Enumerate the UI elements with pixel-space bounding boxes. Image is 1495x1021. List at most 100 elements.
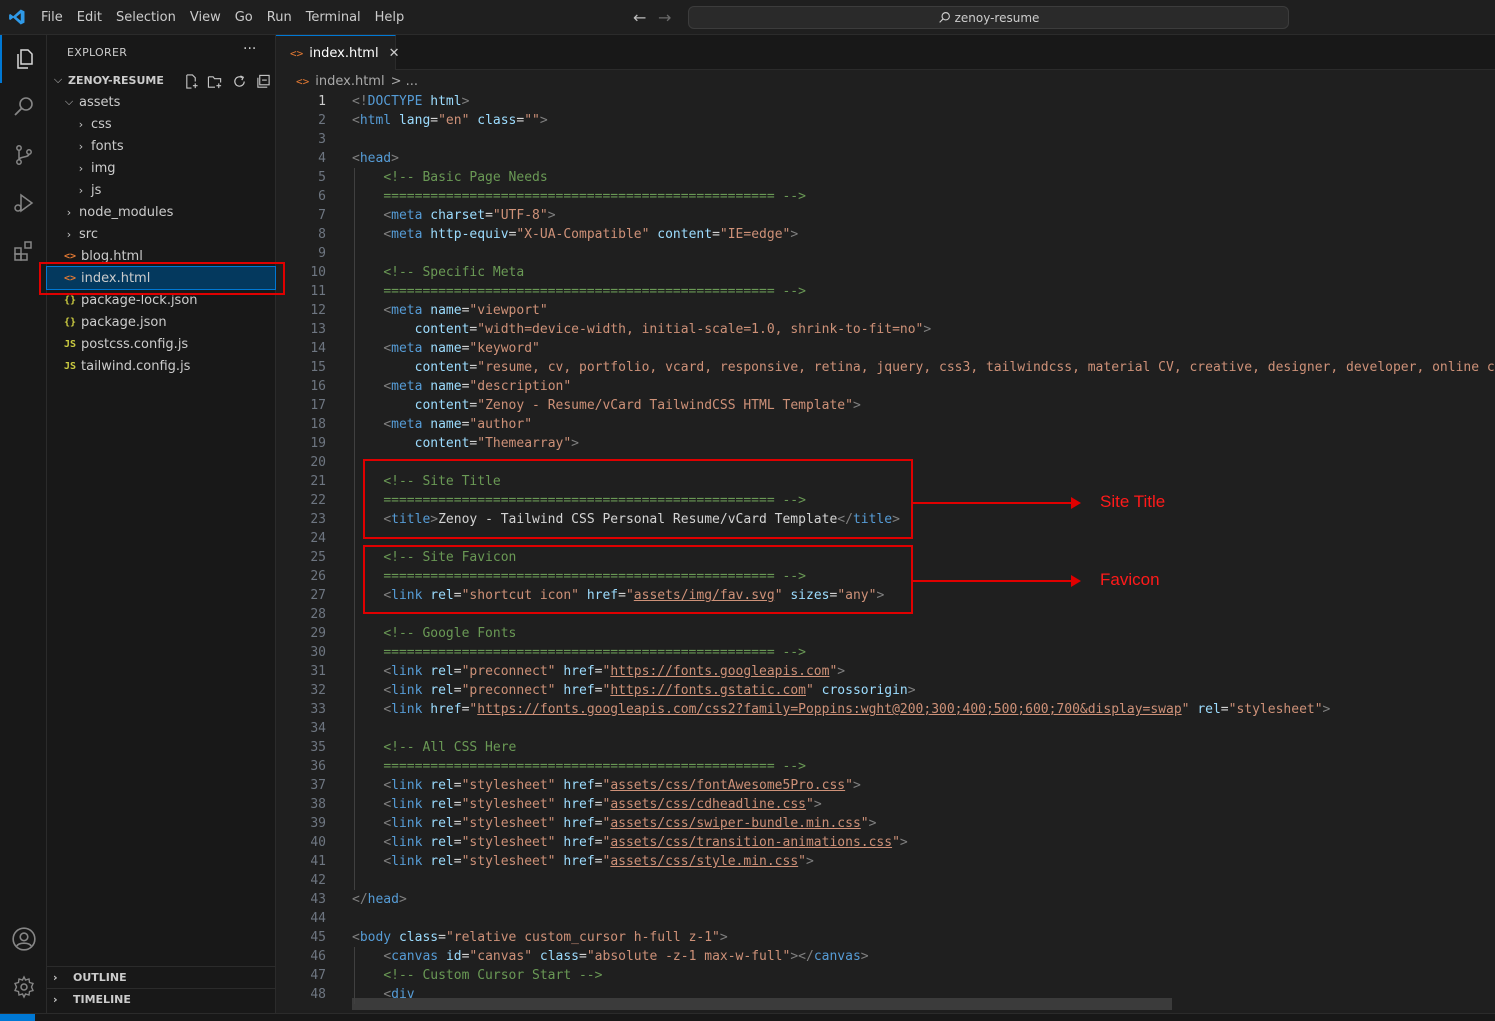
code-text: <link rel="preconnect" href="https://fon… — [383, 683, 916, 698]
tree-file[interactable]: JS tailwind.config.js — [47, 355, 275, 377]
indent-guide — [354, 168, 355, 890]
chevron-right-icon: › — [78, 161, 84, 175]
code-text: ========================================… — [383, 189, 806, 204]
accounts-icon[interactable] — [0, 915, 47, 963]
line-number: 9 — [318, 246, 326, 261]
line-number: 4 — [318, 151, 326, 166]
code-text: <!-- Custom Cursor Start --> — [383, 968, 603, 983]
chevron-down-icon: ⌵ — [64, 95, 74, 108]
run-debug-icon[interactable] — [0, 179, 47, 227]
outline-section[interactable]: › OUTLINE — [47, 966, 275, 988]
tree-folder[interactable]: › src — [47, 223, 275, 245]
code-text: <meta name="viewport" — [383, 303, 548, 318]
code-line: 41 <link rel="stylesheet" href="assets/c… — [276, 852, 1495, 871]
line-number: 24 — [310, 531, 326, 546]
menu-help[interactable]: Help — [368, 0, 412, 35]
code-line: 33 <link href="https://fonts.googleapis.… — [276, 700, 1495, 719]
line-number: 1 — [318, 94, 326, 109]
new-file-icon[interactable] — [183, 73, 199, 89]
more-actions-icon[interactable]: ··· — [243, 41, 256, 57]
timeline-section[interactable]: › TIMELINE — [47, 988, 275, 1010]
code-line: 37 <link rel="stylesheet" href="assets/c… — [276, 776, 1495, 795]
line-number: 40 — [310, 835, 326, 850]
tree-folder[interactable]: › css — [47, 113, 275, 135]
code-line: 3 — [276, 130, 1495, 149]
back-arrow-icon[interactable]: ← — [633, 8, 646, 27]
breadcrumb-rest[interactable]: > ... — [391, 74, 418, 89]
line-number: 18 — [310, 417, 326, 432]
remote-indicator[interactable] — [0, 1014, 35, 1021]
line-number: 2 — [318, 113, 326, 128]
code-line: 30 =====================================… — [276, 643, 1495, 662]
code-line: 39 <link rel="stylesheet" href="assets/c… — [276, 814, 1495, 833]
line-number: 25 — [310, 550, 326, 565]
menu-terminal[interactable]: Terminal — [299, 0, 368, 35]
close-icon[interactable]: ✕ — [389, 46, 400, 61]
index-html-highlight-box — [39, 262, 285, 295]
chevron-right-icon: › — [53, 971, 58, 984]
menu-file[interactable]: File — [34, 0, 70, 35]
explorer-sidebar: EXPLORER ··· ⌵ ZENOY-RESUME ⌵ assets › css ›… — [46, 35, 276, 1013]
line-number: 5 — [318, 170, 326, 185]
line-number: 31 — [310, 664, 326, 679]
chevron-right-icon: › — [66, 227, 72, 241]
menu-view[interactable]: View — [183, 0, 228, 35]
code-text: <link href="https://fonts.googleapis.com… — [383, 702, 1331, 717]
code-text: <!-- Specific Meta — [383, 265, 525, 280]
code-text: <link rel="stylesheet" href="assets/css/… — [383, 816, 877, 831]
line-number: 26 — [310, 569, 326, 584]
line-number: 27 — [310, 588, 326, 603]
search-icon[interactable] — [0, 83, 47, 131]
line-number: 41 — [310, 854, 326, 869]
line-number: 43 — [310, 892, 326, 907]
line-number: 22 — [310, 493, 326, 508]
command-center-text: zenoy-resume — [954, 10, 1040, 25]
explorer-title: EXPLORER — [67, 46, 128, 59]
tree-folder[interactable]: › img — [47, 157, 275, 179]
status-bar — [0, 1013, 1495, 1021]
line-number: 14 — [310, 341, 326, 356]
tree-folder[interactable]: › node_modules — [47, 201, 275, 223]
line-number: 29 — [310, 626, 326, 641]
forward-arrow-icon[interactable]: → — [658, 8, 671, 27]
tree-item-label: css — [91, 116, 112, 132]
menu-go[interactable]: Go — [228, 0, 260, 35]
line-number: 16 — [310, 379, 326, 394]
line-number: 45 — [310, 930, 326, 945]
code-text: <html lang="en" class=""> — [352, 113, 548, 128]
collapse-all-icon[interactable] — [255, 73, 271, 89]
code-text: <!-- All CSS Here — [383, 740, 517, 755]
tab-index-html[interactable]: <> index.html ✕ — [276, 35, 399, 70]
code-text: content="Themearray"> — [414, 436, 579, 451]
source-control-icon[interactable] — [0, 131, 47, 179]
code-line: 48 <div — [276, 985, 1495, 1004]
code-text: <meta http-equiv="X-UA-Compatible" conte… — [383, 227, 799, 242]
explorer-icon[interactable] — [0, 35, 47, 83]
tree-file[interactable]: JS postcss.config.js — [47, 333, 275, 355]
menu-selection[interactable]: Selection — [109, 0, 183, 35]
line-number: 35 — [310, 740, 326, 755]
tree-item-label: tailwind.config.js — [81, 358, 191, 374]
code-line: 46 <canvas id="canvas" class="absolute -… — [276, 947, 1495, 966]
tree-file[interactable]: {} package.json — [47, 311, 275, 333]
line-number: 47 — [310, 968, 326, 983]
line-number: 23 — [310, 512, 326, 527]
menu-edit[interactable]: Edit — [70, 0, 109, 35]
tree-folder[interactable]: › js — [47, 179, 275, 201]
tree-folder[interactable]: › fonts — [47, 135, 275, 157]
code-text: <!-- Basic Page Needs — [383, 170, 548, 185]
code-text: <div — [383, 987, 415, 1002]
js-file-icon: JS — [63, 338, 77, 350]
tree-folder[interactable]: ⌵ assets — [47, 91, 275, 113]
new-folder-icon[interactable] — [207, 73, 223, 89]
command-center-search[interactable]: zenoy-resume — [688, 6, 1289, 29]
code-text: </head> — [352, 892, 407, 907]
breadcrumb-file[interactable]: index.html — [315, 74, 384, 89]
site-title-highlight-box — [363, 459, 913, 539]
code-text: <meta name="description" — [383, 379, 572, 394]
refresh-icon[interactable] — [231, 73, 247, 89]
menu-run[interactable]: Run — [260, 0, 299, 35]
editor-tab-bar: <> index.html ✕ — [276, 35, 1495, 70]
line-number: 30 — [310, 645, 326, 660]
settings-gear-icon[interactable] — [0, 963, 47, 1011]
